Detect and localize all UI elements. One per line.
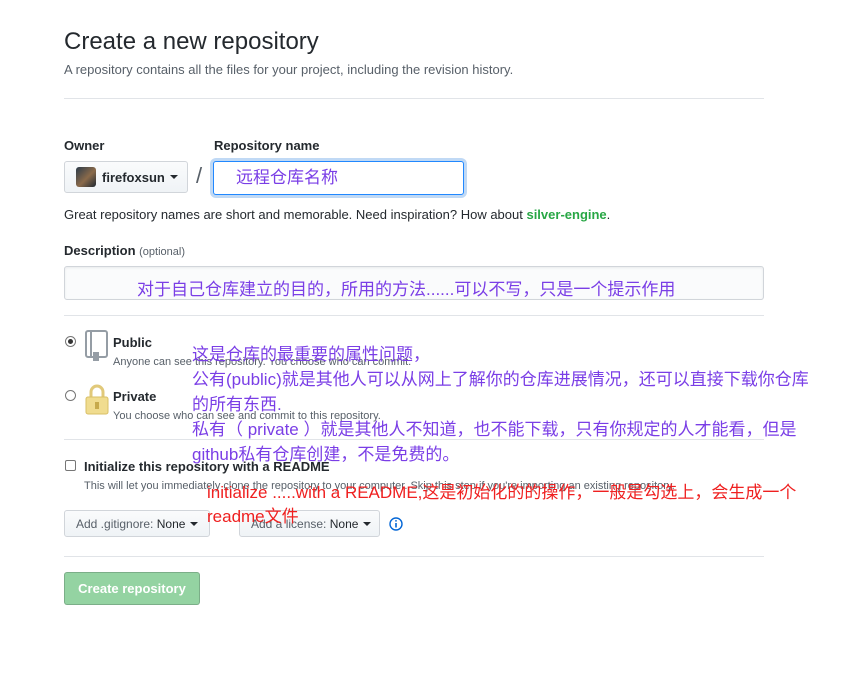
divider: [64, 556, 764, 557]
name-hint-end: .: [606, 207, 611, 222]
page-subtitle: A repository contains all the files for …: [64, 62, 514, 77]
readme-checkbox[interactable]: [65, 460, 76, 471]
name-hint: Great repository names are short and mem…: [64, 207, 610, 222]
annotation-line: readme文件: [207, 507, 299, 526]
caret-down-icon: [169, 175, 178, 179]
optional-tag: (optional): [139, 246, 185, 258]
repo-book-icon: [85, 330, 108, 361]
owner-repo-separator: /: [196, 163, 203, 188]
divider: [64, 439, 764, 440]
owner-dropdown[interactable]: firefoxsun: [64, 161, 188, 193]
description-label: Description (optional): [64, 243, 185, 258]
caret-down-icon: [190, 521, 199, 526]
annotation-line: 公有(public)就是其他人可以从网上了解你的仓库进展情况，还可以直接下载你仓…: [192, 370, 809, 389]
divider: [64, 315, 764, 316]
annotation-line: 这是仓库的最重要的属性问题，: [192, 345, 430, 364]
avatar: [76, 167, 96, 187]
description-annotation: 对于自己仓库建立的目的，所用的方法......可以不写，只是一个提示作用: [137, 280, 676, 299]
readme-label[interactable]: Initialize this repository with a README: [84, 459, 330, 474]
gitignore-select[interactable]: Add .gitignore: None: [64, 510, 210, 537]
readme-annotation: initialize .....with a README,这是初始化的的操作，…: [207, 481, 854, 529]
visibility-annotation: 这是仓库的最重要的属性问题， 公有(public)就是其他人可以从网上了解你的仓…: [192, 342, 854, 467]
owner-name: firefoxsun: [102, 169, 165, 185]
public-radio[interactable]: [65, 336, 76, 347]
create-repository-button[interactable]: Create repository: [64, 572, 200, 605]
divider: [64, 98, 764, 99]
repository-name-input[interactable]: 远程仓库名称: [213, 161, 464, 195]
public-title: Public: [113, 335, 153, 350]
page-title: Create a new repository: [64, 28, 319, 55]
description-label-text: Description: [64, 243, 136, 258]
repo-name-label: Repository name: [214, 138, 320, 153]
annotation-line: initialize .....with a README,这是初始化的的操作，…: [207, 483, 797, 502]
name-hint-text: Great repository names are short and mem…: [64, 207, 527, 222]
gitignore-value: None: [156, 516, 186, 531]
private-radio[interactable]: [65, 390, 76, 401]
lock-icon: [85, 384, 109, 415]
annotation-line: 的所有东西.: [192, 395, 282, 414]
private-title: Private: [113, 389, 157, 404]
gitignore-label: Add .gitignore:: [76, 516, 154, 531]
owner-label: Owner: [64, 138, 105, 153]
name-suggestion-link[interactable]: silver-engine: [526, 207, 606, 222]
